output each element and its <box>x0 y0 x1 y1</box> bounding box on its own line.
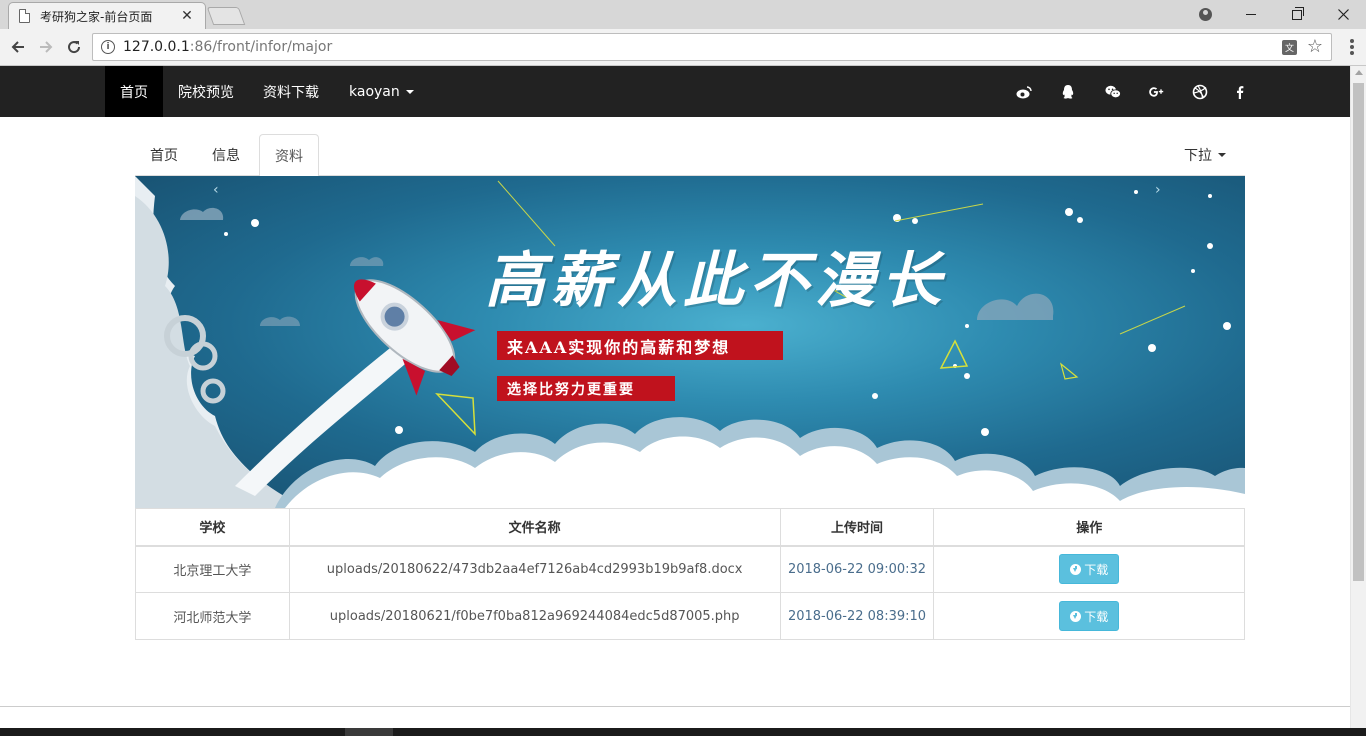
facebook-icon[interactable] <box>1230 82 1250 102</box>
back-button[interactable] <box>6 35 30 59</box>
close-window-button[interactable] <box>1320 0 1366 29</box>
download-icon <box>1070 563 1082 575</box>
bookmark-star-icon[interactable]: ☆ <box>1307 36 1323 57</box>
cell-upload-time: 2018-06-22 08:39:10 <box>779 592 935 640</box>
browser-menu-icon[interactable] <box>1345 37 1359 57</box>
download-button[interactable]: 下载 <box>1059 601 1120 631</box>
browser-tab[interactable]: 考研狗之家-前台页面 ✕ <box>8 2 206 29</box>
download-label: 下载 <box>1084 562 1109 577</box>
new-tab-button[interactable] <box>206 7 246 25</box>
table-row: 河北师范大学 uploads/20180621/f0be7f0ba812a969… <box>135 592 1245 640</box>
col-header-action: 操作 <box>933 508 1245 547</box>
banner-slogan: 来AAA实现你的高薪和梦想 <box>497 331 783 360</box>
cell-action: 下载 <box>933 545 1245 593</box>
browser-toolbar: i 127.0.0.1:86/front/infor/major 文 ☆ <box>0 29 1366 66</box>
nav-kaoyan-dropdown[interactable]: kaoyan <box>334 66 429 117</box>
caret-down-icon <box>1218 153 1226 157</box>
col-header-upload-time: 上传时间 <box>779 508 935 547</box>
google-plus-icon[interactable] <box>1147 82 1167 102</box>
scrollbar-thumb[interactable] <box>1353 83 1364 581</box>
url-path: :86/front/infor/major <box>189 39 333 55</box>
sub-tabs: 首页 信息 资料 下拉 <box>135 134 1245 177</box>
tab-dropdown-label: 下拉 <box>1184 148 1212 164</box>
arrow-right-icon <box>40 41 53 53</box>
download-button[interactable]: 下载 <box>1059 554 1120 585</box>
col-header-school: 学校 <box>135 508 290 547</box>
dribbble-icon[interactable] <box>1190 82 1210 102</box>
os-taskbar <box>0 728 1366 736</box>
nav-kaoyan-label: kaoyan <box>349 83 400 100</box>
cell-action: 下载 <box>933 592 1245 640</box>
forward-button[interactable] <box>34 35 58 59</box>
close-icon <box>1337 9 1349 20</box>
cell-upload-time: 2018-06-22 09:00:32 <box>779 545 935 593</box>
tab-dropdown[interactable]: 下拉 <box>1169 134 1241 176</box>
download-icon <box>1070 610 1082 622</box>
table-header-row: 学校 文件名称 上传时间 操作 <box>135 508 1245 547</box>
user-icon <box>1198 8 1212 21</box>
caret-down-icon <box>405 89 414 94</box>
arrow-left-icon <box>11 41 24 53</box>
nav-download[interactable]: 资料下载 <box>248 66 334 117</box>
cell-school: 河北师范大学 <box>135 592 290 640</box>
restore-button[interactable] <box>1274 0 1320 29</box>
cell-filename: uploads/20180621/f0be7f0ba812a969244084e… <box>288 592 781 640</box>
banner-subslogan: 选择比努力更重要 <box>497 376 675 401</box>
tab-title: 考研狗之家-前台页面 <box>40 9 153 24</box>
qq-icon[interactable] <box>1058 82 1078 102</box>
scroll-up-icon[interactable] <box>1355 70 1363 75</box>
address-bar[interactable]: i 127.0.0.1:86/front/infor/major 文 ☆ <box>92 33 1332 61</box>
minimize-button[interactable] <box>1228 0 1274 29</box>
col-header-filename: 文件名称 <box>288 508 781 547</box>
weibo-icon[interactable] <box>1014 82 1034 102</box>
taskbar-item[interactable] <box>345 728 393 736</box>
carousel-prev-icon[interactable]: ‹ <box>213 182 219 198</box>
tab-materials[interactable]: 资料 <box>259 134 319 177</box>
footer-divider <box>0 706 1350 707</box>
files-table: 学校 文件名称 上传时间 操作 北京理工大学 uploads/20180622/… <box>135 508 1245 640</box>
carousel-next-icon[interactable]: › <box>1155 182 1161 198</box>
reload-icon <box>68 41 81 54</box>
restore-icon <box>1292 6 1304 20</box>
translate-icon[interactable]: 文 <box>1282 40 1297 55</box>
nav-school-preview[interactable]: 院校预览 <box>163 66 249 117</box>
cell-filename: uploads/20180622/473db2aa4ef7126ab4cd299… <box>288 545 781 593</box>
reload-button[interactable] <box>62 35 86 59</box>
url-host: 127.0.0.1 <box>123 39 190 55</box>
top-navbar: 首页 院校预览 资料下载 kaoyan <box>0 66 1350 117</box>
banner-carousel[interactable]: 高薪从此不漫长 来AAA实现你的高薪和梦想 选择比努力更重要 ‹ › <box>135 176 1245 508</box>
nav-home[interactable]: 首页 <box>105 66 163 117</box>
profile-button[interactable] <box>1182 0 1228 29</box>
tab-close-icon[interactable]: ✕ <box>179 8 195 24</box>
download-label: 下载 <box>1084 609 1109 624</box>
browser-tabstrip: 考研狗之家-前台页面 ✕ <box>0 0 1366 29</box>
minimize-icon <box>1246 14 1256 15</box>
cell-school: 北京理工大学 <box>135 545 290 593</box>
banner-title: 高薪从此不漫长 <box>485 246 947 316</box>
tab-home[interactable]: 首页 <box>135 134 193 176</box>
page-viewport: 首页 院校预览 资料下载 kaoyan 首页 信息 资料 下拉 高薪从此不漫长 … <box>0 66 1350 728</box>
table-row: 北京理工大学 uploads/20180622/473db2aa4ef7126a… <box>135 545 1245 593</box>
wechat-icon[interactable] <box>1103 82 1123 102</box>
page-scrollbar[interactable] <box>1350 66 1366 728</box>
page-icon <box>19 9 30 23</box>
tab-info[interactable]: 信息 <box>197 134 255 176</box>
info-icon[interactable]: i <box>101 40 115 54</box>
